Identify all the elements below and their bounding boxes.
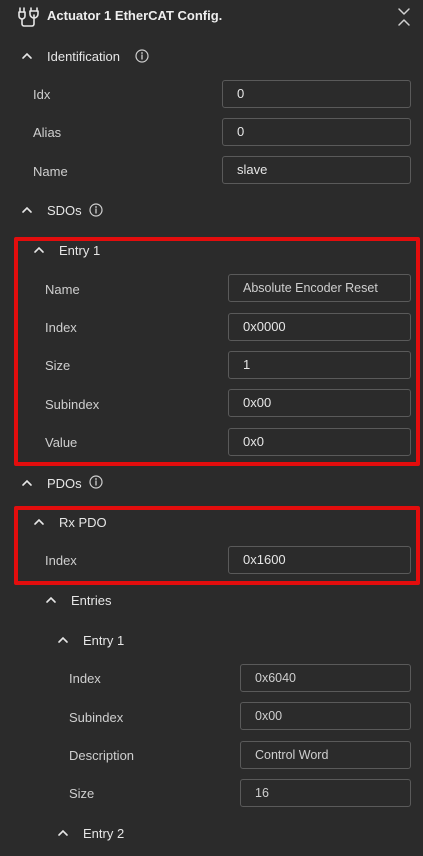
section-sdos-label[interactable]: SDOs <box>47 203 82 218</box>
collapse-all-icon[interactable] <box>396 7 412 27</box>
rx-pdo-index-field[interactable]: 0x1600 <box>228 546 411 574</box>
chevron-up-icon[interactable] <box>57 827 69 839</box>
sdo-name-field[interactable]: Absolute Encoder Reset <box>228 274 411 302</box>
chevron-up-icon[interactable] <box>57 634 69 646</box>
pdo-entry-description-field[interactable]: Control Word <box>240 741 411 769</box>
sdo-value-field[interactable]: 0x0 <box>228 428 411 456</box>
rx-pdo-label[interactable]: Rx PDO <box>59 515 107 530</box>
panel-header: Actuator 1 EtherCAT Config. <box>0 0 423 34</box>
name-field[interactable]: slave <box>222 156 411 184</box>
pdo-entry-1-label[interactable]: Entry 1 <box>83 633 124 648</box>
ethercat-config-panel: Actuator 1 EtherCAT Config. Identificati… <box>0 0 423 856</box>
pdo-entry-size-field[interactable]: 16 <box>240 779 411 807</box>
sdo-entry-1-label[interactable]: Entry 1 <box>59 243 100 258</box>
field-label-alias: Alias <box>33 125 62 140</box>
sdo-index-field[interactable]: 0x0000 <box>228 313 411 341</box>
pdo-entry-2-label[interactable]: Entry 2 <box>83 826 124 841</box>
field-label-size: Size <box>45 358 71 373</box>
field-label-index: Index <box>45 320 77 335</box>
chevron-up-icon[interactable] <box>45 594 57 606</box>
field-label-subindex: Subindex <box>69 710 124 725</box>
chevron-up-icon[interactable] <box>33 516 45 528</box>
info-icon[interactable] <box>89 203 103 217</box>
info-icon[interactable] <box>135 49 149 63</box>
field-label-value: Value <box>45 435 78 450</box>
info-icon[interactable] <box>89 475 103 489</box>
entries-label[interactable]: Entries <box>71 593 111 608</box>
section-identification-label[interactable]: Identification <box>47 49 120 64</box>
field-label-index: Index <box>45 553 77 568</box>
section-pdos-label[interactable]: PDOs <box>47 476 82 491</box>
chevron-up-icon[interactable] <box>33 244 45 256</box>
field-label-idx: Idx <box>33 87 51 102</box>
field-label-name: Name <box>45 282 80 297</box>
chevron-up-icon[interactable] <box>21 50 33 62</box>
chevron-up-icon[interactable] <box>21 477 33 489</box>
alias-field[interactable]: 0 <box>222 118 411 146</box>
field-label-subindex: Subindex <box>45 397 100 412</box>
idx-field[interactable]: 0 <box>222 80 411 108</box>
chevron-up-icon[interactable] <box>21 204 33 216</box>
sdo-subindex-field[interactable]: 0x00 <box>228 389 411 417</box>
field-label-index: Index <box>69 671 101 686</box>
field-label-name: Name <box>33 164 68 179</box>
panel-title: Actuator 1 EtherCAT Config. <box>47 8 223 23</box>
pdo-entry-subindex-field[interactable]: 0x00 <box>240 702 411 730</box>
sdo-size-field[interactable]: 1 <box>228 351 411 379</box>
pdo-entry-index-field[interactable]: 0x6040 <box>240 664 411 692</box>
plug-icon <box>18 7 39 27</box>
field-label-description: Description <box>69 748 135 763</box>
field-label-size: Size <box>69 786 95 801</box>
